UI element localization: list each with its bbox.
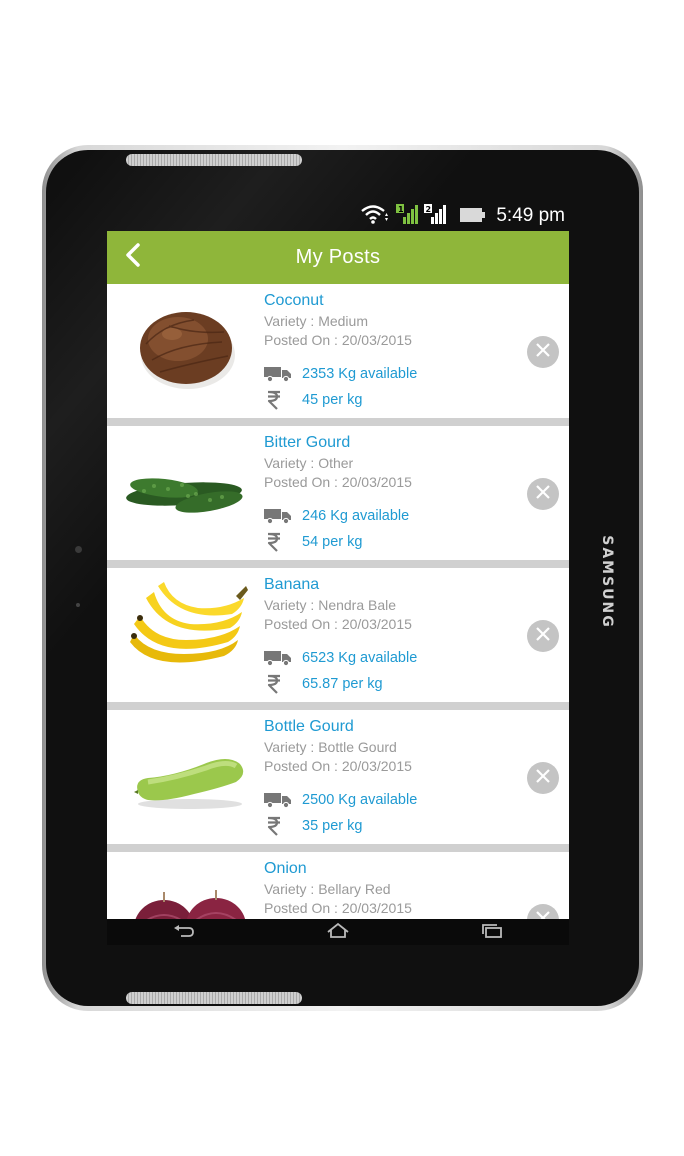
remove-post-button[interactable] <box>527 478 559 510</box>
back-button[interactable] <box>113 237 153 277</box>
nav-home-button[interactable] <box>318 920 358 944</box>
wifi-icon <box>360 204 390 228</box>
recents-nav-icon <box>481 923 503 942</box>
system-nav-bar <box>107 919 569 945</box>
posts-list[interactable]: Coconut Variety : Medium Posted On : 20/… <box>107 284 569 919</box>
chevron-left-icon <box>122 242 144 272</box>
post-card[interactable]: Coconut Variety : Medium Posted On : 20/… <box>107 284 569 418</box>
bottom-speaker-grille <box>126 992 302 1004</box>
posted-date: Posted On : 20/03/2015 <box>264 758 412 774</box>
close-icon <box>535 626 551 646</box>
post-card[interactable]: Bottle Gourd Variety : Bottle Gourd Post… <box>107 710 569 844</box>
price-per-kg: 45 per kg <box>302 392 363 408</box>
sim1-signal-icon: 1 <box>396 204 419 228</box>
posted-date: Posted On : 20/03/2015 <box>264 474 412 490</box>
price-per-kg: 35 per kg <box>302 818 363 834</box>
product-name: Bottle Gourd <box>264 718 354 735</box>
rupee-icon <box>264 390 296 410</box>
truck-icon <box>264 792 296 808</box>
price-per-kg: 65.87 per kg <box>302 676 383 692</box>
product-image-coconut <box>124 294 248 404</box>
quantity-available: 2353 Kg available <box>302 366 418 382</box>
page-title: My Posts <box>295 246 381 268</box>
product-variety: Variety : Other <box>264 455 354 471</box>
truck-icon <box>264 508 296 524</box>
quantity-available: 2500 Kg available <box>302 792 418 808</box>
product-image-bottle-gourd <box>124 720 248 830</box>
front-camera <box>75 546 82 553</box>
remove-post-button[interactable] <box>527 762 559 794</box>
product-name: Onion <box>264 860 307 877</box>
product-name: Banana <box>264 576 320 593</box>
truck-icon <box>264 366 296 382</box>
svg-text:1: 1 <box>398 205 404 214</box>
product-variety: Variety : Bottle Gourd <box>264 739 397 755</box>
close-icon <box>535 484 551 504</box>
post-card[interactable]: Banana Variety : Nendra Bale Posted On :… <box>107 568 569 702</box>
top-speaker-grille <box>126 154 302 166</box>
product-name: Coconut <box>264 292 324 309</box>
product-variety: Variety : Bellary Red <box>264 881 391 897</box>
status-bar: 1 2 5:49 pm <box>340 200 565 232</box>
home-nav-icon <box>326 922 350 942</box>
product-image-bitter-gourd <box>124 436 248 546</box>
back-nav-icon <box>173 923 195 942</box>
remove-post-button[interactable] <box>527 904 559 919</box>
product-image-banana <box>124 578 248 688</box>
price-per-kg: 54 per kg <box>302 534 363 550</box>
light-sensor <box>76 603 80 607</box>
remove-post-button[interactable] <box>527 336 559 368</box>
product-variety: Variety : Nendra Bale <box>264 597 397 613</box>
app-bar: My Posts <box>107 231 569 284</box>
close-icon <box>535 342 551 362</box>
nav-back-button[interactable] <box>164 920 204 944</box>
quantity-available: 6523 Kg available <box>302 650 418 666</box>
posted-date: Posted On : 20/03/2015 <box>264 616 412 632</box>
status-time: 5:49 pm <box>496 205 565 226</box>
post-card[interactable]: Bitter Gourd Variety : Other Posted On :… <box>107 426 569 560</box>
rupee-icon <box>264 816 296 836</box>
product-variety: Variety : Medium <box>264 313 368 329</box>
truck-icon <box>264 650 296 666</box>
nav-recents-button[interactable] <box>472 920 512 944</box>
product-image-onion <box>124 862 248 919</box>
close-icon <box>535 910 551 919</box>
rupee-icon <box>264 532 296 552</box>
close-icon <box>535 768 551 788</box>
quantity-available: 246 Kg available <box>302 508 410 524</box>
product-name: Bitter Gourd <box>264 434 351 451</box>
svg-text:2: 2 <box>426 205 432 214</box>
brand-logo: SAMSUNG <box>599 535 616 629</box>
sim2-signal-icon: 2 <box>424 204 447 228</box>
remove-post-button[interactable] <box>527 620 559 652</box>
post-card[interactable]: Onion Variety : Bellary Red Posted On : … <box>107 852 569 919</box>
app-screen: My Posts Coconut Variety : Medium Posted… <box>107 231 569 919</box>
rupee-icon <box>264 674 296 694</box>
posted-date: Posted On : 20/03/2015 <box>264 900 412 916</box>
posted-date: Posted On : 20/03/2015 <box>264 332 412 348</box>
battery-icon <box>460 207 486 226</box>
